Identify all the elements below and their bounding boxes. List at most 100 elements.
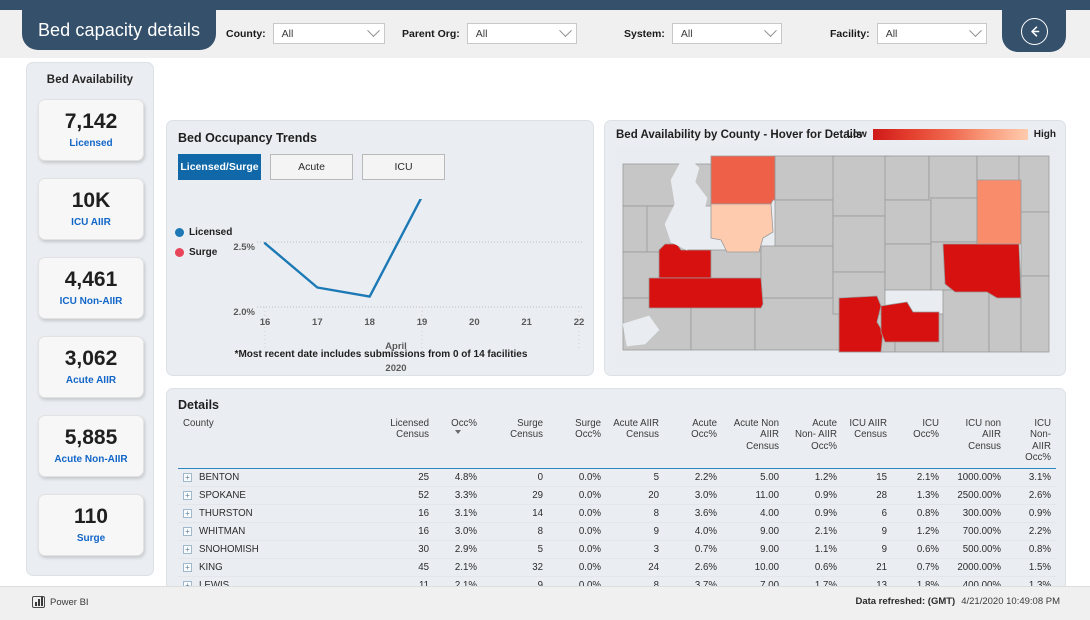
filter-parent-org[interactable]: Parent Org: All [402, 23, 577, 44]
chevron-down-icon [763, 24, 777, 38]
county-choropleth-map[interactable] [615, 146, 1057, 368]
power-bi-brand[interactable]: Power BI [32, 596, 89, 608]
expand-row-icon[interactable]: + [183, 490, 192, 500]
col-occ-pct[interactable]: Occ% [434, 416, 482, 469]
table-header-row: County Licensed Census Occ% Surge Census… [178, 416, 1056, 469]
col-acute-non-aiir-occ[interactable]: Acute Non- AIIR Occ% [784, 416, 842, 469]
filter-system-select[interactable]: All [671, 23, 782, 44]
filter-county-select[interactable]: All [272, 23, 385, 44]
cell-icu-occ: 0.6% [892, 540, 944, 559]
x-axis-tick-18: 18 [364, 317, 375, 328]
cell-acute-non-aiir-occ: 1.1% [784, 540, 842, 559]
cell-surge-occ: 0.0% [548, 522, 606, 541]
col-icu-non-aiir-occ[interactable]: ICU Non- AIIR Occ% [1006, 416, 1056, 469]
cell-icu-non-aiir-census: 1000.00% [944, 468, 1006, 487]
tab-acute[interactable]: Acute [270, 154, 353, 180]
col-icu-aiir-census[interactable]: ICU AIIR Census [842, 416, 892, 469]
cell-county-label: BENTON [199, 471, 240, 483]
cell-icu-occ: 1.2% [892, 522, 944, 541]
col-surge-occ[interactable]: Surge Occ% [548, 416, 606, 469]
header-accent-bar [0, 0, 1090, 10]
expand-row-icon[interactable]: + [183, 526, 192, 536]
col-icu-occ[interactable]: ICU Occ% [892, 416, 944, 469]
cell-acute-occ: 2.2% [664, 468, 722, 487]
cell-icu-aiir-census: 28 [842, 486, 892, 505]
cell-acute-non-aiir-occ: 0.6% [784, 558, 842, 577]
map-title: Bed Availability by County - Hover for D… [616, 129, 863, 141]
table-row[interactable]: + SPOKANE 52 3.3% 29 0.0% 20 3.0% 11.00 0.9% 28 1.3… [178, 486, 1056, 505]
filter-county[interactable]: County: All [226, 23, 385, 44]
occupancy-line-chart[interactable]: Licensed Surge 2.5% 2.0% 16 17 18 19 20 21 22 … [167, 199, 595, 374]
details-title: Details [178, 398, 219, 412]
kpi-card-acute-aiir[interactable]: 3,062 Acute AIIR [38, 336, 144, 398]
cell-acute-occ: 3.0% [664, 486, 722, 505]
filter-system[interactable]: System: All [624, 23, 782, 44]
kpi-card-licensed[interactable]: 7,142 Licensed [38, 99, 144, 161]
x-axis-sublabel-year: 2020 [385, 363, 407, 374]
series-line-licensed [263, 199, 423, 298]
table-row[interactable]: + WHITMAN 16 3.0% 8 0.0% 9 4.0% 9.00 2.1% 9 1.2% 700… [178, 522, 1056, 541]
expand-row-icon[interactable]: + [183, 562, 192, 572]
col-acute-aiir-census[interactable]: Acute AIIR Census [606, 416, 664, 469]
filter-parent-org-select[interactable]: All [466, 23, 577, 44]
expand-row-icon[interactable]: + [183, 544, 192, 554]
table-row[interactable]: + SNOHOMISH 30 2.9% 5 0.0% 3 0.7% 9.00 1.1% 9 0.6% 5… [178, 540, 1056, 559]
bed-occupancy-trends-panel: Bed Occupancy Trends Licensed/Surge Acut… [166, 120, 594, 376]
kpi-value-licensed: 7,142 [64, 109, 118, 133]
col-icu-non-aiir-census[interactable]: ICU non AIIR Census [944, 416, 1006, 469]
cell-icu-aiir-census: 9 [842, 540, 892, 559]
cell-surge-occ: 0.0% [548, 468, 606, 487]
cell-occ: 3.1% [434, 504, 482, 523]
col-acute-occ[interactable]: Acute Occ% [664, 416, 722, 469]
map-legend: Low High [847, 129, 1056, 140]
cell-acute-non-aiir-census: 4.00 [722, 504, 784, 523]
kpi-card-icu-aiir[interactable]: 10K ICU AIIR [38, 178, 144, 240]
bed-availability-panel: Bed Availability 7,142 Licensed 10K ICU … [26, 62, 154, 576]
expand-row-icon[interactable]: + [183, 508, 192, 518]
cell-county: + BENTON [178, 468, 378, 487]
tab-icu[interactable]: ICU [362, 154, 445, 180]
filter-facility-value: All [885, 27, 898, 40]
cell-icu-non-aiir-census: 2500.00% [944, 486, 1006, 505]
cell-licensed-census: 16 [378, 522, 434, 541]
cell-acute-non-aiir-census: 9.00 [722, 540, 784, 559]
table-row[interactable]: + BENTON 25 4.8% 0 0.0% 5 2.2% 5.00 1.2% 15 2.1% 100… [178, 468, 1056, 487]
back-button[interactable] [1002, 10, 1066, 52]
kpi-label-icu-aiir: ICU AIIR [71, 217, 111, 229]
kpi-card-surge[interactable]: 110 Surge [38, 494, 144, 556]
cell-icu-non-aiir-occ: 3.1% [1006, 468, 1056, 487]
table-row[interactable]: + KING 45 2.1% 32 0.0% 24 2.6% 10.00 0.6% 21 0.7% 20… [178, 558, 1056, 577]
cell-licensed-census: 16 [378, 504, 434, 523]
tab-licensed-surge[interactable]: Licensed/Surge [178, 154, 261, 180]
filter-facility-select[interactable]: All [876, 23, 987, 44]
cell-icu-non-aiir-census: 2000.00% [944, 558, 1006, 577]
kpi-label-surge: Surge [76, 533, 106, 545]
table-row[interactable]: + THURSTON 16 3.1% 14 0.0% 8 3.6% 4.00 0.9% 6 0.8% 3… [178, 504, 1056, 523]
trend-panel-title: Bed Occupancy Trends [178, 131, 317, 145]
kpi-card-icu-non-aiir[interactable]: 4,461 ICU Non-AIIR [38, 257, 144, 319]
col-licensed-census[interactable]: Licensed Census [378, 416, 434, 469]
filter-county-value: All [281, 27, 294, 40]
bed-availability-heading: Bed Availability [46, 74, 134, 86]
cell-surge-census: 5 [482, 540, 548, 559]
x-axis-tick-20: 20 [469, 317, 480, 328]
map-legend-gradient [872, 129, 1028, 140]
filter-parent-org-label: Parent Org: [402, 27, 460, 40]
trend-tab-group: Licensed/Surge Acute ICU [167, 145, 593, 180]
cell-icu-non-aiir-census: 500.00% [944, 540, 1006, 559]
cell-surge-occ: 0.0% [548, 486, 606, 505]
col-surge-census[interactable]: Surge Census [482, 416, 548, 469]
x-axis-tick-22: 22 [573, 317, 585, 328]
filter-facility[interactable]: Facility: All [830, 23, 987, 44]
cell-occ: 2.1% [434, 558, 482, 577]
col-acute-non-aiir-census[interactable]: Acute Non AIIR Census [722, 416, 784, 469]
col-county[interactable]: County [178, 416, 378, 469]
cell-acute-occ: 0.7% [664, 540, 722, 559]
kpi-value-acute-aiir: 3,062 [64, 346, 118, 370]
kpi-value-acute-non-aiir: 5,885 [64, 425, 118, 449]
cell-licensed-census: 45 [378, 558, 434, 577]
kpi-card-acute-non-aiir[interactable]: 5,885 Acute Non-AIIR [38, 415, 144, 477]
expand-row-icon[interactable]: + [183, 472, 192, 482]
kpi-value-surge: 110 [74, 504, 108, 528]
cell-icu-aiir-census: 21 [842, 558, 892, 577]
